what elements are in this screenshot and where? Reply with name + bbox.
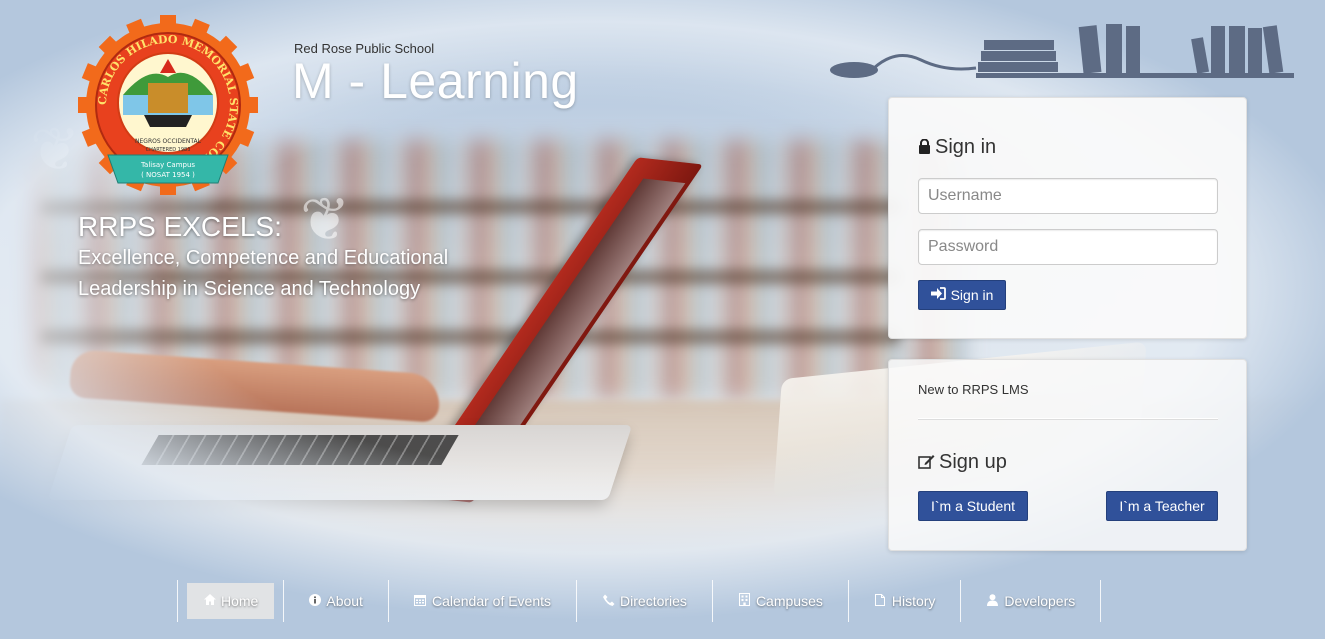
edit-icon [918,452,935,475]
user-icon [986,593,999,609]
info-icon [308,593,321,609]
password-input[interactable] [918,229,1218,265]
signup-title: Sign up [939,451,1007,473]
nav-item-calendar[interactable]: Calendar of Events [389,580,578,622]
school-seal-logo: CARLOS HILADO MEMORIAL STATE COLLEGE NEG… [78,15,258,195]
teacher-signup-button[interactable]: I`m a Teacher [1106,491,1218,521]
signin-button-label: Sign in [950,287,994,303]
bottom-nav: Home About Calendar of Events Directorie… [177,580,1102,622]
svg-text:( NOSAT 1954 ): ( NOSAT 1954 ) [141,171,195,179]
nav-item-about[interactable]: About [283,580,389,622]
site-title: M - Learning [292,53,579,109]
signin-card: Sign in Sign in [888,97,1247,339]
svg-text:CHARTERED 1983: CHARTERED 1983 [146,147,191,153]
calendar-icon [414,594,427,609]
svg-text:NEGROS OCCIDENTAL: NEGROS OCCIDENTAL [135,138,202,145]
svg-text:Talisay Campus: Talisay Campus [140,161,195,169]
signin-button[interactable]: Sign in [918,280,1006,310]
nav-label-history: History [891,593,936,609]
motto-line-1: Excellence, Competence and Educational [78,247,449,269]
file-icon [874,593,887,609]
signup-card: New to RRPS LMS Sign up I`m a Student I`… [888,359,1247,551]
nav-label-calendar: Calendar of Events [431,593,552,609]
home-icon [203,594,216,608]
nav-item-home[interactable]: Home [187,580,285,622]
nav-label-about: About [326,593,363,609]
new-to-label: New to RRPS LMS [918,382,1029,397]
nav-item-directories[interactable]: Directories [577,580,713,622]
lock-icon [918,137,931,160]
signin-heading: Sign in [918,136,996,160]
signin-title: Sign in [935,136,997,158]
nav-item-history[interactable]: History [849,580,962,622]
bookshelf-mouse-decoration-icon [830,24,1294,78]
motto-line-2: Leadership in Science and Technology [78,278,421,300]
signup-heading: Sign up [918,451,1007,475]
divider [918,418,1218,419]
nav-label-directories: Directories [620,593,687,609]
username-input[interactable] [918,178,1218,214]
phone-icon [602,594,615,609]
nav-label-developers: Developers [1004,593,1076,609]
motto-heading: RRPS EXCELS: [78,211,282,242]
nav-label-campuses: Campuses [755,593,823,609]
nav-item-developers[interactable]: Developers [961,580,1102,622]
nav-label-home: Home [221,593,259,609]
signin-arrow-icon [930,287,946,303]
building-icon [738,593,751,609]
nav-item-campuses[interactable]: Campuses [713,580,849,622]
student-signup-button[interactable]: I`m a Student [918,491,1028,521]
